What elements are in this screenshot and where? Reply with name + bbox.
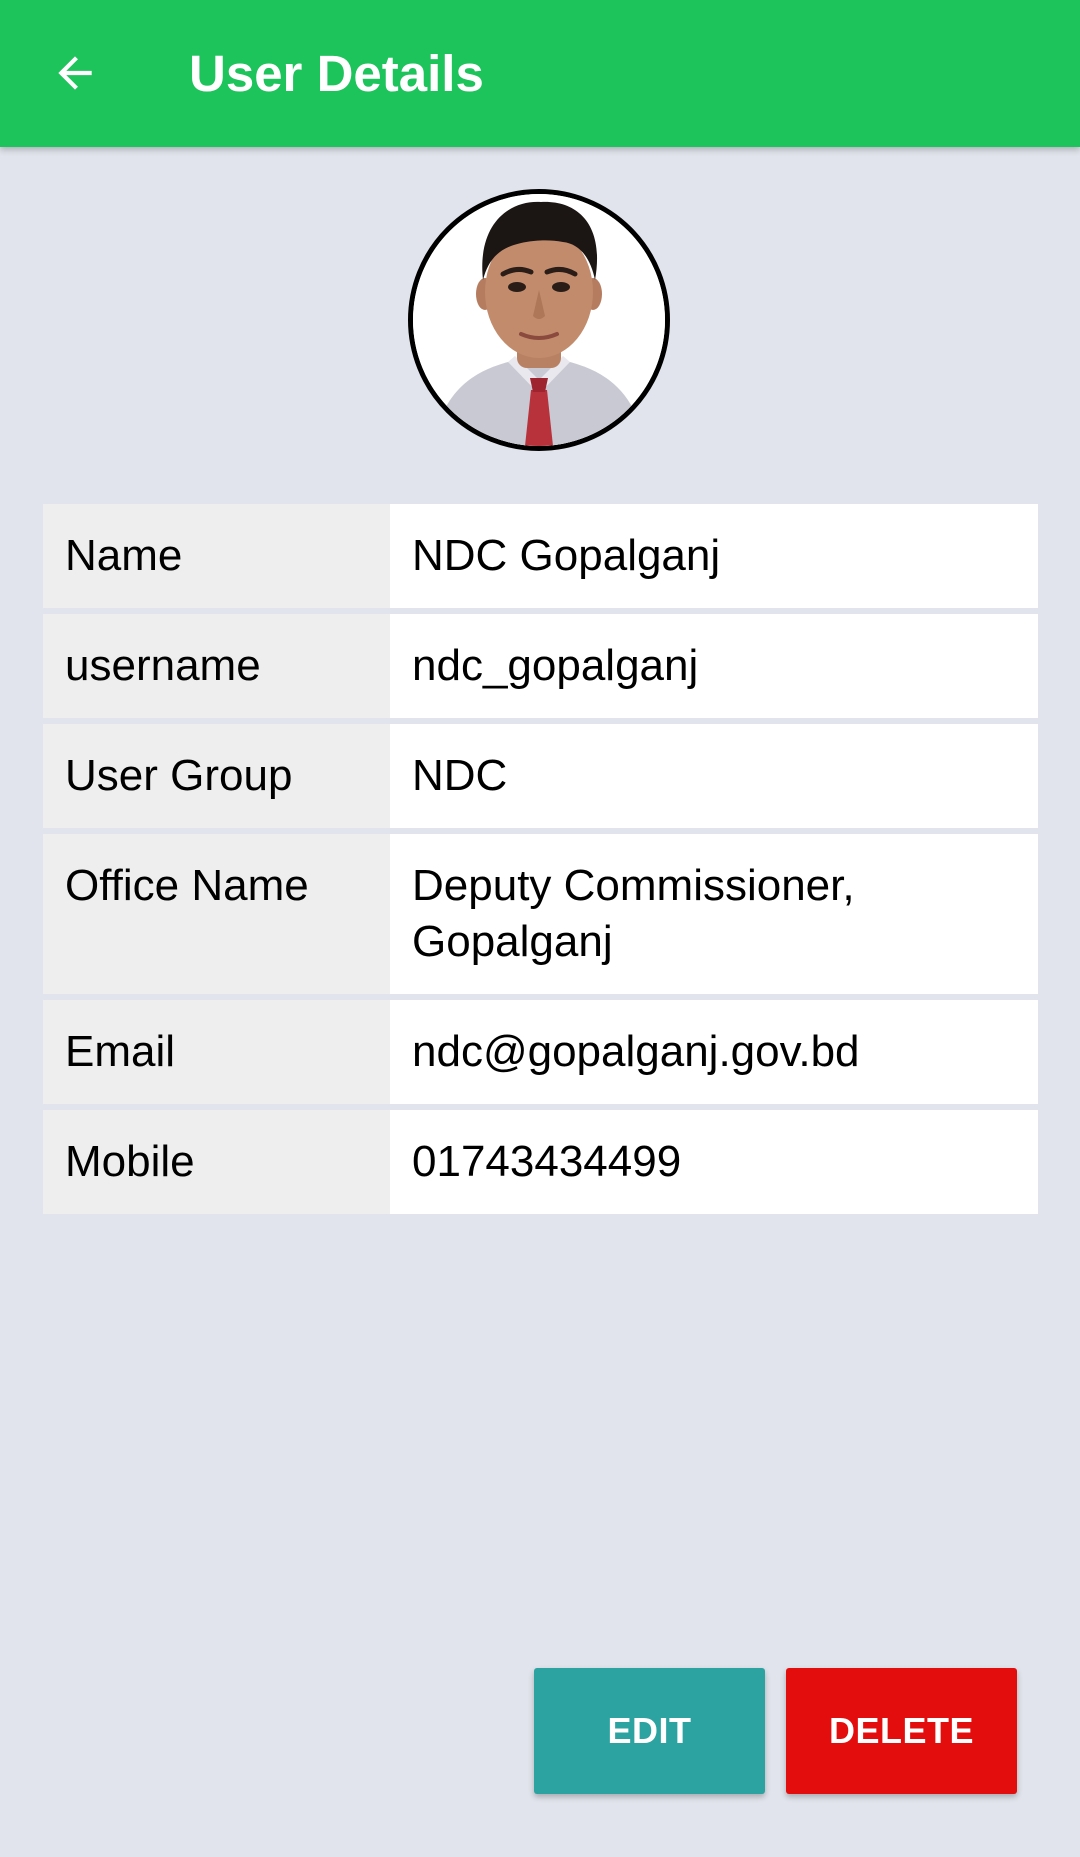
back-button[interactable] bbox=[30, 28, 120, 118]
detail-row-email: Email ndc@gopalganj.gov.bd bbox=[43, 1000, 1038, 1104]
user-photo bbox=[413, 194, 665, 446]
detail-label: username bbox=[43, 614, 390, 718]
detail-label: Mobile bbox=[43, 1110, 390, 1214]
detail-label: Office Name bbox=[43, 834, 390, 994]
page-title: User Details bbox=[189, 45, 484, 102]
arrow-left-icon bbox=[58, 56, 92, 90]
detail-label: Name bbox=[43, 504, 390, 608]
app-bar: User Details bbox=[0, 0, 1080, 147]
detail-value: 01743434499 bbox=[390, 1110, 1038, 1214]
detail-value: Deputy Commissioner, Gopalganj bbox=[390, 834, 1038, 994]
detail-row-mobile: Mobile 01743434499 bbox=[43, 1110, 1038, 1214]
detail-label: Email bbox=[43, 1000, 390, 1104]
avatar bbox=[408, 189, 670, 451]
delete-button[interactable]: DELETE bbox=[786, 1668, 1017, 1794]
detail-row-name: Name NDC Gopalganj bbox=[43, 504, 1038, 608]
detail-label: User Group bbox=[43, 724, 390, 828]
detail-value: NDC bbox=[390, 724, 1038, 828]
detail-row-office-name: Office Name Deputy Commissioner, Gopalga… bbox=[43, 834, 1038, 994]
edit-button[interactable]: EDIT bbox=[534, 1668, 765, 1794]
user-details-table: Name NDC Gopalganj username ndc_gopalgan… bbox=[43, 504, 1038, 1220]
detail-value: NDC Gopalganj bbox=[390, 504, 1038, 608]
detail-value: ndc_gopalganj bbox=[390, 614, 1038, 718]
detail-row-username: username ndc_gopalganj bbox=[43, 614, 1038, 718]
detail-value: ndc@gopalganj.gov.bd bbox=[390, 1000, 1038, 1104]
detail-row-user-group: User Group NDC bbox=[43, 724, 1038, 828]
